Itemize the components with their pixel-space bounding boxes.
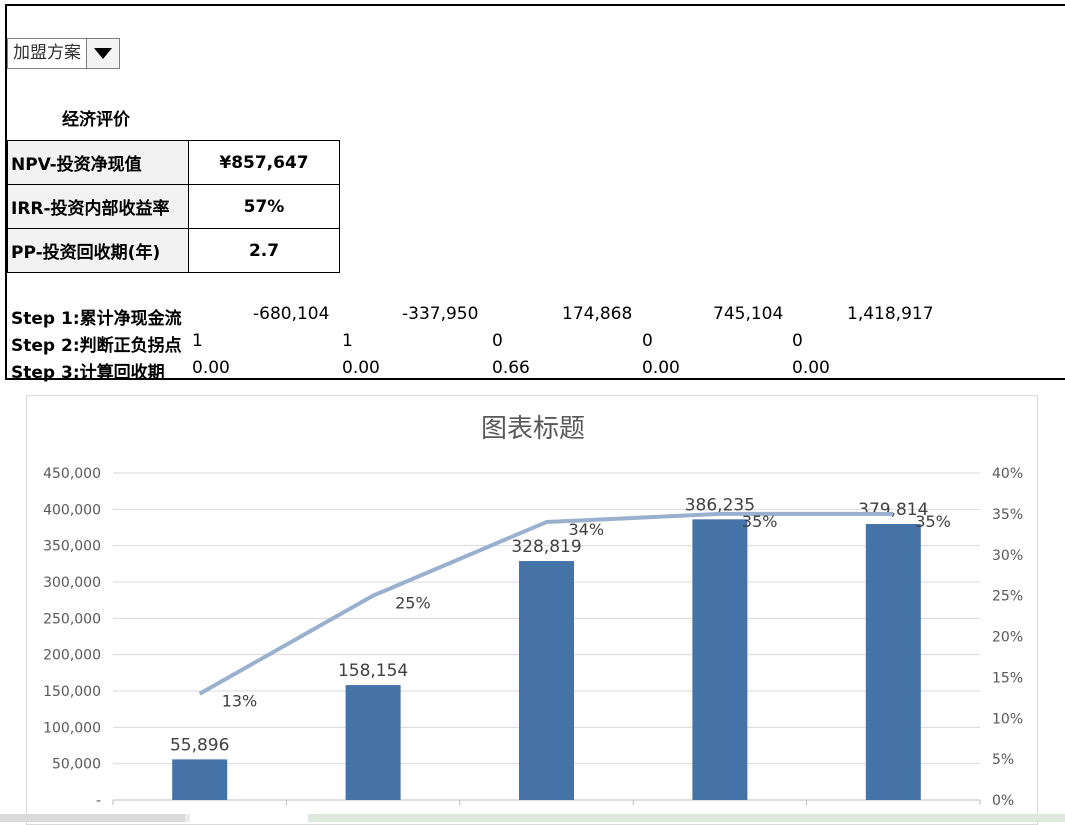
bar	[519, 561, 574, 800]
sheet-tab-active[interactable]	[190, 814, 308, 822]
y-tick-label: 100,000	[43, 720, 101, 736]
sheet-tab[interactable]	[0, 814, 185, 822]
y2-tick-label: 40%	[992, 466, 1023, 482]
y2-tick-label: 0%	[992, 793, 1014, 809]
y-tick-label: 150,000	[43, 684, 101, 700]
line-data-label: 35%	[742, 512, 778, 531]
y-tick-label: 250,000	[43, 611, 101, 627]
y-tick-label: 350,000	[43, 539, 101, 555]
y2-tick-label: 25%	[992, 589, 1023, 605]
line-data-label: 25%	[395, 594, 431, 613]
bar-data-label: 328,819	[511, 537, 581, 557]
sheet-tab-area	[308, 814, 1065, 822]
line-data-label: 35%	[915, 512, 951, 531]
line-data-label: 34%	[569, 520, 605, 539]
bar	[692, 519, 748, 800]
y-tick-label: 200,000	[43, 648, 101, 664]
chart-title: 图表标题	[481, 414, 585, 444]
y-tick-label: 50,000	[52, 757, 101, 773]
bar-data-label: 55,896	[170, 735, 229, 755]
chart-svg: 图表标题 - 50,000 100,000 150,000 200,000 250,000 3…	[43, 414, 1023, 809]
bar	[345, 685, 401, 800]
y2-tick-label: 10%	[992, 711, 1023, 727]
y2-tick-label: 20%	[992, 630, 1023, 646]
y2-tick-label: 35%	[992, 507, 1023, 523]
sheet-tab-strip	[0, 814, 1065, 822]
line-data-label: 13%	[222, 692, 258, 711]
y-tick-label: 450,000	[43, 466, 101, 482]
y-tick-label: -	[96, 793, 101, 809]
bar-data-label: 158,154	[338, 661, 408, 681]
y2-tick-label: 5%	[992, 752, 1014, 768]
bar	[865, 524, 921, 800]
y-tick-label: 400,000	[43, 502, 101, 518]
y2-tick-label: 15%	[992, 670, 1023, 686]
y-tick-label: 300,000	[43, 575, 101, 591]
bar	[172, 759, 228, 800]
y2-tick-label: 30%	[992, 548, 1023, 564]
